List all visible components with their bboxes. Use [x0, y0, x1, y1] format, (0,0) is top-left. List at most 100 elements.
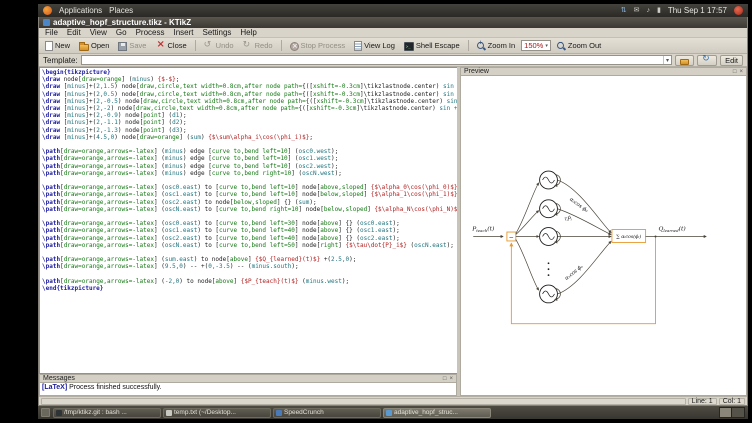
zoom-level-combo[interactable]: 150%▾ [521, 40, 551, 51]
new-button[interactable]: New [42, 40, 73, 52]
oscillator-node [540, 171, 561, 189]
chevron-down-icon[interactable]: ▾ [545, 43, 548, 49]
applications-menu[interactable]: Applications [59, 6, 102, 15]
stop-process-label: Stop Process [301, 41, 346, 50]
oscillator-node [540, 200, 561, 218]
undock-icon[interactable]: □ [443, 375, 447, 383]
fanin-arrow [557, 241, 610, 294]
network-icon[interactable]: ⇅ [621, 6, 627, 15]
code-line: \path[draw=orange,arrows=-latex] (minus)… [42, 170, 457, 177]
status-message-area [41, 398, 686, 405]
edit-label: Edit [725, 56, 738, 65]
template-combo[interactable]: ▾ [81, 55, 672, 65]
gnome-taskbar: /tmp/ktikz.git : bash ...temp.txt (~/Des… [38, 406, 748, 419]
code-line: \path[draw=orange,arrows=-latex] (oscN.e… [42, 206, 457, 213]
show-desktop-icon[interactable] [41, 408, 50, 417]
menu-view[interactable]: View [90, 28, 107, 37]
code-line [42, 141, 457, 148]
p-teach-label: Pteach(t) [471, 226, 495, 233]
template-row: Template: ▾ Edit [39, 54, 747, 67]
workspace-2[interactable] [732, 408, 744, 417]
workspace-1[interactable] [720, 408, 732, 417]
zoom-in-button[interactable]: Zoom In [474, 40, 519, 52]
oscillator-node [540, 285, 561, 303]
distributor-logo-icon[interactable] [43, 6, 52, 15]
menu-file[interactable]: File [45, 28, 58, 37]
code-line [42, 177, 457, 184]
places-menu[interactable]: Places [109, 6, 133, 15]
code-line: \draw [minus]+(2,-0.9) node[point] (d1); [42, 112, 457, 119]
zoom-level-value: 150% [524, 41, 543, 50]
close-dock-icon[interactable]: × [739, 68, 743, 76]
tau-label: τṖᵢ [564, 216, 571, 223]
taskbar-window-label: SpeedCrunch [284, 409, 324, 416]
menu-edit[interactable]: Edit [67, 28, 81, 37]
clock[interactable]: Thu Sep 1 17:57 [668, 6, 727, 15]
preview-dock-header[interactable]: Preview □ × [460, 67, 747, 76]
status-col: Col: 1 [719, 398, 745, 405]
taskbar-window-button[interactable]: /tmp/ktikz.git : bash ... [53, 408, 161, 418]
code-line: \draw [minus]+(2,-2) node[draw,circle,te… [42, 105, 457, 112]
code-editor[interactable]: \begin{tikzpicture}\draw node[draw=orang… [39, 67, 457, 374]
window-title: adaptive_hopf_structure.tikz - KTikZ [53, 18, 191, 27]
template-reload-button[interactable] [697, 55, 717, 66]
code-line: \draw [minus]+(2,0.5) node[draw,circle,t… [42, 91, 457, 98]
menu-go[interactable]: Go [116, 28, 127, 37]
chevron-down-icon[interactable]: ▾ [663, 56, 671, 64]
log-document-icon [354, 41, 362, 51]
fanout-arrow [516, 239, 539, 290]
volume-icon[interactable]: ♪ [646, 6, 650, 15]
open-folder-icon [79, 44, 89, 51]
desktop: Applications Places ⇅ ✉ ♪ ▮ Thu Sep 1 17… [38, 4, 748, 419]
code-line: \draw [minus]+(2,-1.3) node[point] (d3); [42, 127, 457, 134]
menu-help[interactable]: Help [240, 28, 256, 37]
menu-process[interactable]: Process [136, 28, 165, 37]
messages-dock-header[interactable]: Messages □ × [39, 374, 457, 383]
terminal-icon [404, 42, 414, 51]
workspace-switcher[interactable] [719, 407, 745, 418]
code-line: \draw [minus]+(2,-0.5) node[draw,circle,… [42, 98, 457, 105]
code-lines: \begin{tikzpicture}\draw node[draw=orang… [42, 69, 457, 292]
oscillator-node [540, 228, 561, 246]
undo-button[interactable]: Undo [201, 40, 237, 52]
close-button[interactable]: Close [152, 40, 189, 52]
redo-button[interactable]: Redo [240, 40, 276, 52]
undo-icon [204, 41, 214, 51]
code-line [42, 213, 457, 220]
code-line: \path[draw=orange,arrows=-latex] (osc0.e… [42, 184, 457, 191]
mail-icon[interactable]: ✉ [634, 6, 640, 15]
view-log-button[interactable]: View Log [351, 40, 398, 52]
template-open-button[interactable] [675, 55, 694, 66]
battery-icon[interactable]: ▮ [657, 6, 661, 15]
new-file-icon [45, 41, 53, 51]
code-line: \path[draw=orange,arrows=-latex] (osc1.e… [42, 227, 457, 234]
undock-icon[interactable]: □ [733, 68, 737, 76]
close-icon [155, 41, 165, 51]
stop-process-button[interactable]: Stop Process [287, 40, 349, 52]
open-button[interactable]: Open [76, 40, 112, 52]
preview-title: Preview [464, 68, 489, 75]
feedback-loop [511, 236, 655, 323]
code-line: \path[draw=orange,arrows=-latex] (9.5,0)… [42, 263, 457, 270]
shell-escape-button[interactable]: Shell Escape [401, 40, 463, 52]
menu-settings[interactable]: Settings [202, 28, 231, 37]
preview-viewport[interactable]: Pteach(t) − [460, 76, 747, 396]
taskbar-window-button[interactable]: adaptive_hopf_struc... [383, 408, 491, 418]
zoom-out-button[interactable]: Zoom Out [554, 40, 604, 52]
taskbar-window-button[interactable]: temp.txt (~/Desktop... [163, 408, 271, 418]
fanout-arrow [516, 183, 539, 234]
template-edit-button[interactable]: Edit [720, 55, 743, 66]
code-line [42, 249, 457, 256]
ellipsis-dot [548, 268, 550, 270]
editor-column: \begin{tikzpicture}\draw node[draw=orang… [39, 67, 457, 396]
save-button[interactable]: Save [115, 40, 149, 52]
menu-insert[interactable]: Insert [173, 28, 193, 37]
window-titlebar[interactable]: adaptive_hopf_structure.tikz - KTikZ [39, 17, 747, 28]
fanout-arrow [516, 211, 539, 235]
toolbar-separator [281, 40, 282, 51]
close-dock-icon[interactable]: × [449, 375, 453, 383]
close-label: Close [167, 41, 186, 50]
code-line: \draw [minus]+(2,1.5) node[draw,circle,t… [42, 83, 457, 90]
power-icon[interactable] [734, 6, 743, 15]
taskbar-window-button[interactable]: SpeedCrunch [273, 408, 381, 418]
